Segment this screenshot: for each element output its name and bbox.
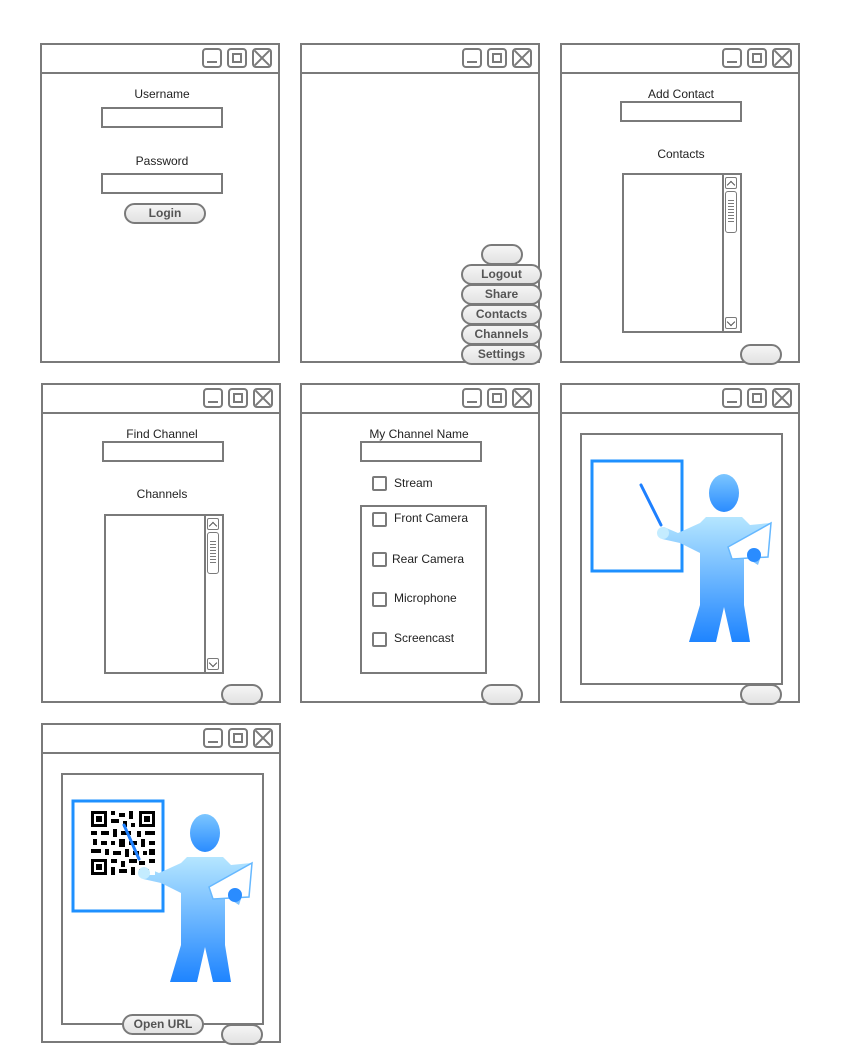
close-icon[interactable] xyxy=(252,48,272,68)
stream-checkbox[interactable] xyxy=(372,476,387,491)
password-label: Password xyxy=(135,154,189,168)
scroll-down-arrow-icon[interactable] xyxy=(207,658,219,670)
scroll-thumb[interactable] xyxy=(207,532,219,574)
maximize-icon[interactable] xyxy=(747,48,767,68)
username-field[interactable] xyxy=(101,107,223,128)
scroll-up-arrow-icon[interactable] xyxy=(725,177,737,189)
password-field[interactable] xyxy=(101,173,223,194)
contacts-list[interactable] xyxy=(622,173,742,333)
footer-button[interactable] xyxy=(740,344,782,365)
close-icon[interactable] xyxy=(772,48,792,68)
close-icon[interactable] xyxy=(512,48,532,68)
title-bar xyxy=(302,385,538,414)
rear-camera-label: Rear Camera xyxy=(392,552,465,566)
close-icon[interactable] xyxy=(772,388,792,408)
maximize-icon[interactable] xyxy=(228,728,248,748)
channel-name-label: My Channel Name xyxy=(369,427,469,441)
front-camera-label: Front Camera xyxy=(394,511,469,525)
find-channel-field[interactable] xyxy=(102,441,224,462)
rear-camera-checkbox[interactable] xyxy=(372,552,387,567)
minimize-icon[interactable] xyxy=(202,48,222,68)
screencast-checkbox[interactable] xyxy=(372,632,387,647)
title-bar xyxy=(43,725,279,754)
presenter-figure-icon xyxy=(71,799,253,982)
scroll-thumb[interactable] xyxy=(725,191,737,233)
close-icon[interactable] xyxy=(253,728,273,748)
minimize-icon[interactable] xyxy=(722,48,742,68)
share-qr-window: Open URL xyxy=(41,723,281,1045)
footer-button[interactable] xyxy=(221,684,263,705)
maximize-icon[interactable] xyxy=(487,48,507,68)
stream-label: Stream xyxy=(394,476,433,490)
minimize-icon[interactable] xyxy=(203,388,223,408)
scrollbar[interactable] xyxy=(204,516,222,672)
footer-button[interactable] xyxy=(481,684,523,705)
maximize-icon[interactable] xyxy=(487,388,507,408)
front-camera-checkbox[interactable] xyxy=(372,512,387,527)
microphone-label: Microphone xyxy=(394,591,457,605)
channels-button[interactable]: Channels xyxy=(461,324,542,345)
title-bar xyxy=(562,45,798,74)
footer-button[interactable] xyxy=(221,1024,263,1045)
find-channel-label: Find Channel xyxy=(126,427,198,441)
contacts-label: Contacts xyxy=(657,147,705,161)
contacts-button[interactable]: Contacts xyxy=(461,304,542,325)
username-label: Username xyxy=(134,87,190,101)
menu-toggle-button[interactable] xyxy=(481,244,523,265)
maximize-icon[interactable] xyxy=(747,388,767,408)
title-bar xyxy=(562,385,798,414)
channels-list[interactable] xyxy=(104,514,224,674)
scroll-up-arrow-icon[interactable] xyxy=(207,518,219,530)
close-icon[interactable] xyxy=(253,388,273,408)
title-bar xyxy=(43,385,279,414)
my-channel-window: My Channel Name Stream Front Camera Rear… xyxy=(300,383,540,705)
settings-button[interactable]: Settings xyxy=(461,344,542,365)
login-window: Username Password Login xyxy=(40,43,280,363)
scroll-down-arrow-icon[interactable] xyxy=(725,317,737,329)
presentation-frame xyxy=(61,773,264,1025)
title-bar xyxy=(302,45,538,74)
add-contact-field[interactable] xyxy=(620,101,742,122)
share-button[interactable]: Share xyxy=(461,284,542,305)
minimize-icon[interactable] xyxy=(722,388,742,408)
logout-button[interactable]: Logout xyxy=(461,264,542,285)
menu-window: Logout Share Contacts Channels Settings xyxy=(300,43,542,365)
qr-code-icon xyxy=(91,811,155,875)
screencast-label: Screencast xyxy=(394,631,455,645)
minimize-icon[interactable] xyxy=(462,388,482,408)
login-button[interactable]: Login xyxy=(124,203,206,224)
maximize-icon[interactable] xyxy=(227,48,247,68)
microphone-checkbox[interactable] xyxy=(372,592,387,607)
channels-window: Find Channel Channels xyxy=(41,383,281,705)
add-contact-label: Add Contact xyxy=(647,87,715,101)
presenter-window xyxy=(560,383,800,705)
scrollbar[interactable] xyxy=(722,175,740,331)
title-bar xyxy=(42,45,278,74)
footer-button[interactable] xyxy=(740,684,782,705)
presentation-frame xyxy=(580,433,783,685)
channels-label: Channels xyxy=(136,487,188,501)
close-icon[interactable] xyxy=(512,388,532,408)
source-options-group: Front Camera Rear Camera Microphone Scre… xyxy=(360,505,487,674)
maximize-icon[interactable] xyxy=(228,388,248,408)
presenter-figure-icon xyxy=(590,459,772,642)
minimize-icon[interactable] xyxy=(462,48,482,68)
channel-name-field[interactable] xyxy=(360,441,482,462)
open-url-button[interactable]: Open URL xyxy=(122,1014,204,1035)
minimize-icon[interactable] xyxy=(203,728,223,748)
contacts-window: Add Contact Contacts xyxy=(560,43,800,365)
